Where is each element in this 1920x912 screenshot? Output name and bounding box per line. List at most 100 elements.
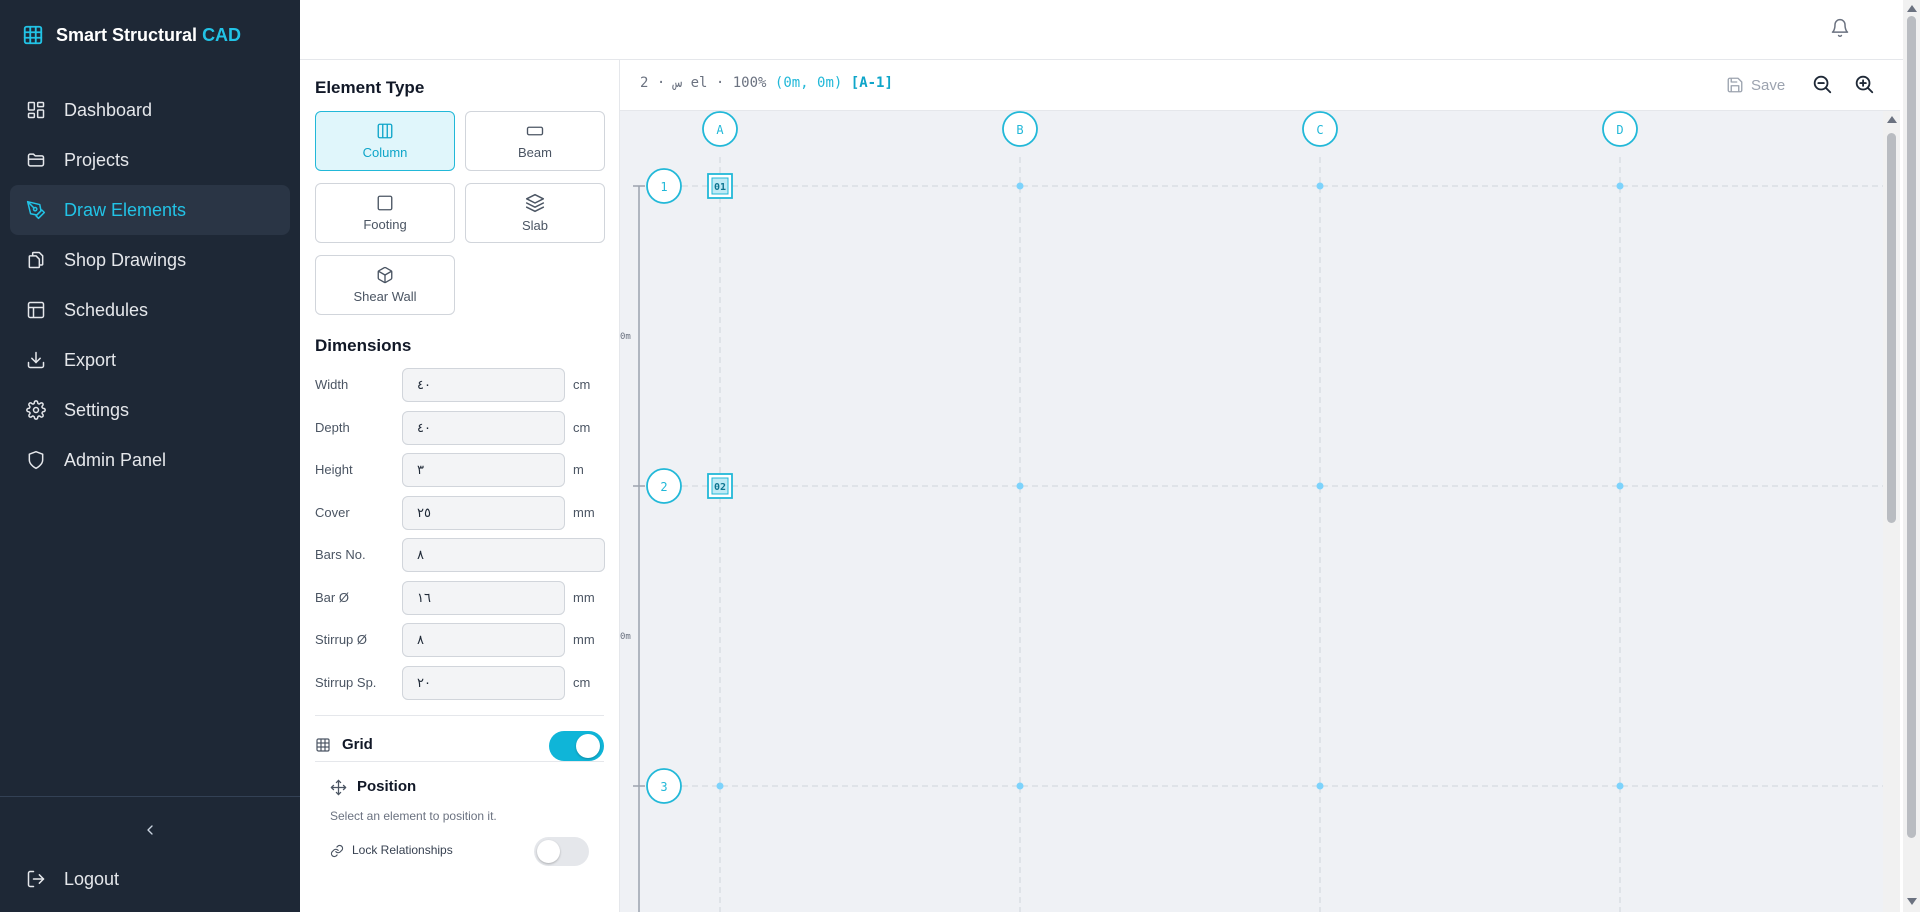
sidebar-item-label: Draw Elements (64, 199, 187, 220)
link-icon (330, 844, 344, 858)
scrollbar-thumb[interactable] (1887, 133, 1896, 523)
shield-icon (26, 450, 46, 470)
bar-dia-input[interactable]: ١٦ (402, 581, 565, 615)
position-hint: Select an element to position it. (330, 809, 497, 823)
divider (315, 715, 604, 716)
cover-label: Cover (315, 505, 350, 520)
depth-label: Depth (315, 420, 350, 435)
toggle-knob (576, 734, 600, 758)
row-label-1: 1 (660, 180, 667, 194)
zoom-in-icon (1853, 73, 1877, 95)
sidebar-item-schedules[interactable]: Schedules (10, 285, 290, 335)
column-element-label: 02 (714, 482, 726, 493)
height-label: Height (315, 462, 353, 477)
collapse-sidebar-button[interactable] (138, 818, 162, 842)
table-icon (26, 300, 46, 320)
lock-relationships-label: Lock Relationships (352, 843, 453, 857)
column-label-C: C (1316, 123, 1323, 137)
sidebar-item-dashboard[interactable]: Dashboard (10, 85, 290, 135)
files-icon (26, 250, 46, 270)
drawing-canvas[interactable]: A B C D 1 2 3 0m 0m 01 02 (620, 111, 1883, 912)
grid-intersection-B-1 (1016, 182, 1024, 190)
lock-relationships-toggle[interactable] (534, 837, 589, 866)
sidebar-item-admin-panel[interactable]: Admin Panel (10, 435, 290, 485)
cover-unit: mm (573, 505, 595, 520)
save-label: Save (1751, 76, 1786, 94)
grid-intersection-B-2 (1016, 482, 1024, 490)
type-footing-button[interactable]: Footing (315, 183, 455, 243)
toggle-knob (537, 840, 560, 863)
sidebar-item-label: Admin Panel (64, 449, 167, 470)
stirrup-dia-unit: mm (573, 632, 595, 647)
sidebar-item-draw-elements[interactable]: Draw Elements (10, 185, 290, 235)
type-beam-button[interactable]: Beam (465, 111, 605, 171)
box-icon (376, 266, 394, 284)
sidebar-item-export[interactable]: Export (10, 335, 290, 385)
column-element-label: 01 (714, 182, 726, 193)
page-scroll-up-arrow[interactable] (1907, 5, 1917, 12)
zoom-in-button[interactable] (1853, 73, 1877, 97)
notifications-button[interactable] (1830, 18, 1854, 42)
page-scrollbar[interactable] (1903, 0, 1920, 912)
save-button[interactable]: Save (1726, 73, 1785, 97)
divider (315, 761, 604, 762)
width-unit: cm (573, 377, 591, 392)
grid-intersection-C-2 (1316, 482, 1324, 490)
column-icon (376, 122, 394, 140)
sidebar-nav: Dashboard Projects Draw Elements Shop Dr… (10, 85, 290, 485)
row-label-3: 3 (660, 780, 667, 794)
grid-intersection-C-3 (1316, 782, 1324, 790)
type-column-button[interactable]: Column (315, 111, 455, 171)
grid-toggle[interactable] (549, 731, 604, 761)
folder-icon (26, 150, 46, 170)
selected-grid-cell: [A-1] (850, 75, 893, 91)
top-bar (300, 0, 1920, 60)
bar-dia-label: Bar Ø (315, 590, 349, 605)
width-input[interactable]: ٤٠ (402, 368, 565, 402)
type-label: Column (362, 145, 408, 160)
grid-intersection-D-3 (1616, 782, 1624, 790)
sidebar-item-shop-drawings[interactable]: Shop Drawings (10, 235, 290, 285)
page-scroll-down-arrow[interactable] (1907, 898, 1917, 905)
canvas-scrollbar[interactable] (1883, 111, 1900, 912)
stirrup-dia-input[interactable]: ٨ (402, 623, 565, 657)
type-slab-button[interactable]: Slab (465, 183, 605, 243)
grid-logo-icon (22, 24, 44, 46)
type-label: Footing (363, 217, 407, 232)
brand[interactable]: Smart Structural CAD (22, 22, 241, 48)
column-label-B: B (1016, 123, 1023, 137)
bars-no-input[interactable]: ٨ (402, 538, 605, 572)
spacing-label: 0m (620, 632, 631, 642)
cursor-coordinates: (0m, 0m) (774, 75, 843, 91)
layers-icon (525, 193, 545, 213)
sidebar: Smart Structural CAD Dashboard Projects … (0, 0, 300, 912)
type-shear-wall-button[interactable]: Shear Wall (315, 255, 455, 315)
save-icon (1726, 76, 1744, 94)
sidebar-item-label: Schedules (64, 299, 149, 320)
brand-accent: CAD (202, 24, 242, 45)
sidebar-item-projects[interactable]: Projects (10, 135, 290, 185)
logout-button[interactable]: Logout (26, 864, 119, 894)
depth-input[interactable]: ٤٠ (402, 411, 565, 445)
stirrup-sp-input[interactable]: ٢٠ (402, 666, 565, 700)
dimensions-title: Dimensions (315, 336, 412, 355)
brand-main: Smart Structural (56, 24, 198, 45)
height-input[interactable]: ٣ (402, 453, 565, 487)
grid-intersection-D-1 (1616, 182, 1624, 190)
grid-drawing[interactable]: A B C D 1 2 3 0m 0m 01 02 (620, 111, 1883, 912)
page-scrollbar-thumb[interactable] (1907, 16, 1916, 838)
scroll-up-arrow[interactable] (1887, 116, 1897, 123)
grid-label: Grid (342, 736, 373, 753)
position-title: Position (357, 778, 417, 795)
status-info: 2 · س el · 100% (640, 75, 767, 91)
type-label: Shear Wall (353, 289, 417, 304)
cover-input[interactable]: ٢٥ (402, 496, 565, 530)
logout-icon (26, 869, 46, 889)
zoom-out-button[interactable] (1811, 73, 1835, 97)
bars-no-label: Bars No. (315, 547, 366, 562)
column-label-D: D (1616, 123, 1623, 137)
sidebar-item-label: Shop Drawings (64, 249, 187, 270)
sidebar-item-label: Projects (64, 149, 130, 170)
grid-intersection-D-2 (1616, 482, 1624, 490)
sidebar-item-settings[interactable]: Settings (10, 385, 290, 435)
